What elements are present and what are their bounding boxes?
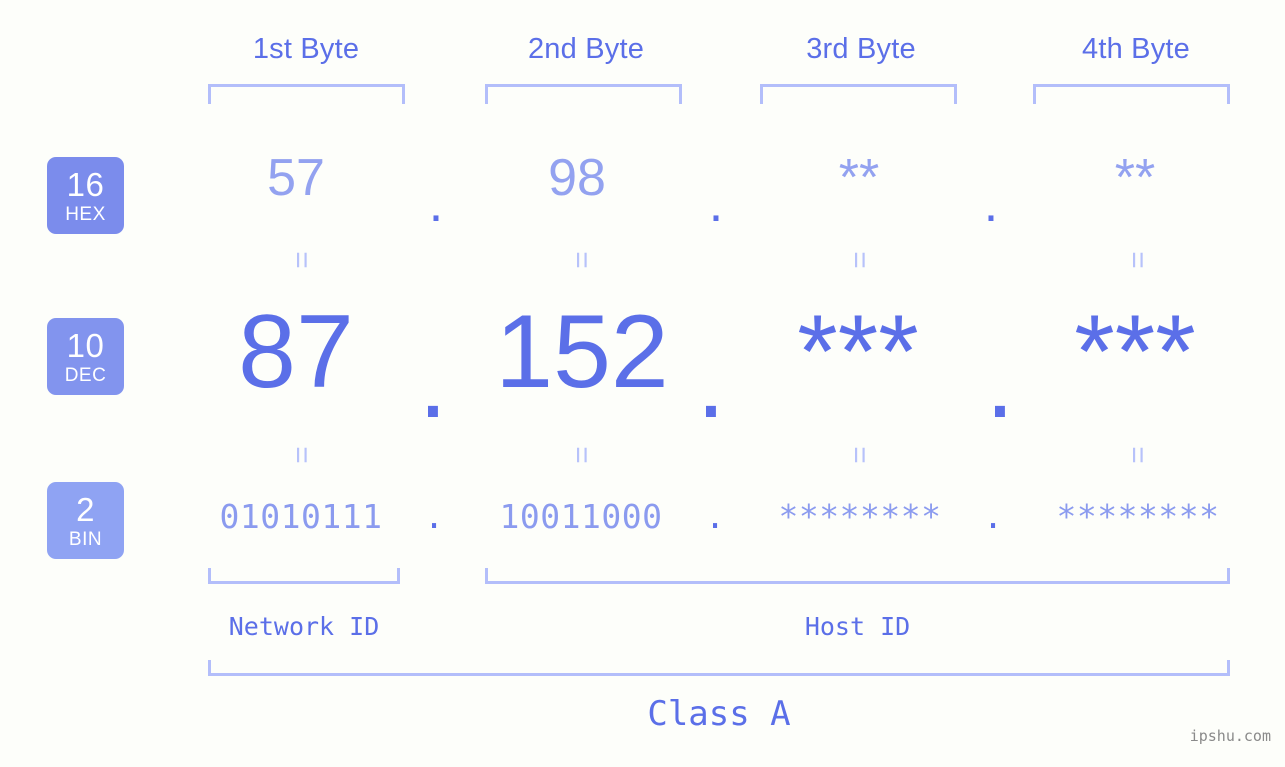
equals-mark-dec-bin-1: =	[285, 446, 318, 464]
host-id-bracket	[485, 568, 1230, 584]
equals-mark-hex-dec-1: =	[285, 251, 318, 269]
equals-mark-dec-bin-2: =	[565, 446, 598, 464]
bin-byte-1: 01010111	[219, 497, 383, 536]
ip-byte-breakdown-diagram: 1st Byte 2nd Byte 3rd Byte 4th Byte 16 H…	[0, 0, 1285, 767]
bin-byte-4: ********	[1056, 497, 1220, 536]
dec-byte-2: 152	[495, 294, 669, 410]
base-badge-dec-name: DEC	[64, 364, 107, 386]
byte-bracket-1	[208, 84, 405, 104]
bin-byte-2: 10011000	[499, 497, 663, 536]
base-badge-bin: 2 BIN	[47, 482, 124, 559]
equals-mark-hex-dec-4: =	[1121, 251, 1154, 269]
base-badge-bin-name: BIN	[68, 528, 103, 550]
base-badge-hex-number: 16	[66, 165, 105, 203]
byte-bracket-2	[485, 84, 682, 104]
watermark: ipshu.com	[1189, 727, 1271, 745]
equals-mark-dec-bin-3: =	[843, 446, 876, 464]
dec-byte-3: ***	[797, 294, 919, 410]
base-badge-dec: 10 DEC	[47, 318, 124, 395]
hex-byte-4: **	[1114, 149, 1156, 207]
base-badge-dec-number: 10	[66, 326, 105, 364]
host-id-label: Host ID	[804, 612, 911, 641]
byte-header-1: 1st Byte	[252, 33, 360, 65]
class-label: Class A	[647, 694, 791, 734]
class-bracket	[208, 660, 1230, 676]
hex-byte-2: 98	[548, 149, 606, 207]
equals-mark-hex-dec-3: =	[843, 251, 876, 269]
base-badge-hex: 16 HEX	[47, 157, 124, 234]
dec-byte-1: 87	[238, 294, 354, 410]
network-id-label: Network ID	[228, 612, 380, 641]
byte-bracket-3	[760, 84, 957, 104]
base-badge-hex-name: HEX	[65, 203, 106, 225]
equals-mark-dec-bin-4: =	[1121, 446, 1154, 464]
equals-mark-hex-dec-2: =	[565, 251, 598, 269]
base-badge-bin-number: 2	[76, 490, 95, 528]
byte-bracket-4	[1033, 84, 1230, 104]
hex-byte-1: 57	[267, 149, 325, 207]
network-id-bracket	[208, 568, 400, 584]
bin-byte-3: ********	[778, 497, 942, 536]
byte-header-2: 2nd Byte	[527, 33, 645, 65]
byte-header-4: 4th Byte	[1082, 33, 1190, 65]
dec-byte-4: ***	[1074, 294, 1196, 410]
hex-byte-3: **	[838, 149, 880, 207]
byte-header-3: 3rd Byte	[806, 33, 916, 65]
